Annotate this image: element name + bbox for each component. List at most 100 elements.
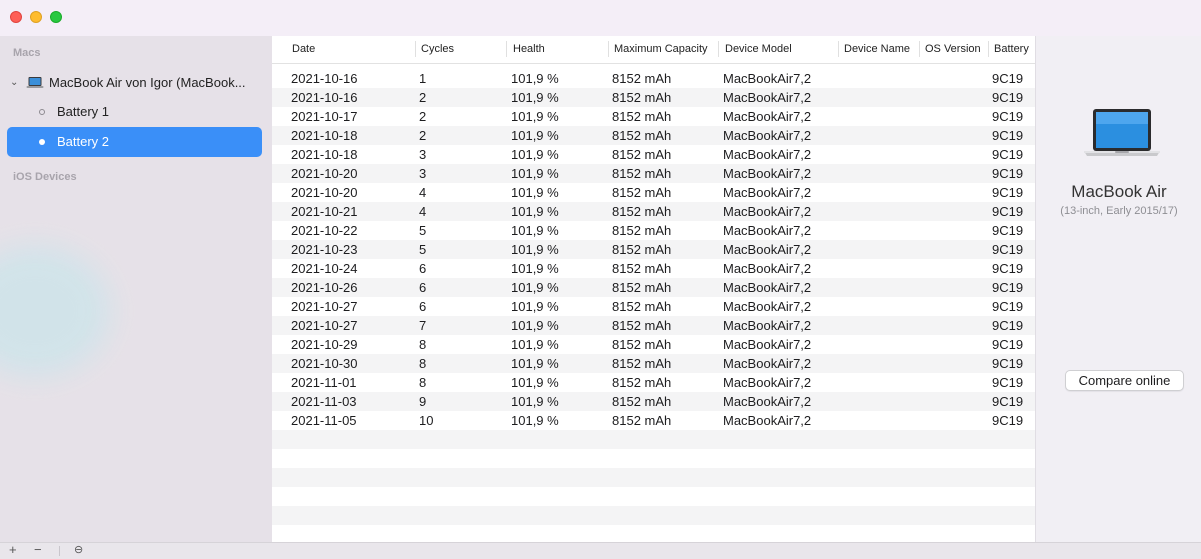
column-header-cycles[interactable]: Cycles	[421, 43, 454, 55]
close-button[interactable]	[10, 11, 22, 23]
cell-date: 2021-11-01	[291, 375, 357, 390]
table-row[interactable]: 2021-10-29 8 101,9 % 8152 mAh MacBookAir7,2 9…	[272, 335, 1035, 354]
column-divider[interactable]	[718, 41, 719, 57]
table-row[interactable]: 2021-10-16 1 101,9 % 8152 mAh MacBookAir7,2 9…	[272, 69, 1035, 88]
table-row[interactable]: 2021-10-20 3 101,9 % 8152 mAh MacBookAir7,2 9…	[272, 164, 1035, 183]
cell-device-model: MacBookAir7,2	[723, 280, 812, 295]
column-header-os-version[interactable]: OS Version	[925, 43, 981, 55]
column-divider[interactable]	[608, 41, 609, 57]
sidebar-item-battery-2[interactable]: Battery 2	[7, 127, 262, 157]
table-row[interactable]: 2021-10-27 6 101,9 % 8152 mAh MacBookAir7,2 9…	[272, 297, 1035, 316]
cell-max-capacity: 8152 mAh	[612, 337, 672, 352]
toolbar-divider	[59, 546, 60, 556]
table-row[interactable]: 2021-11-05 10 101,9 % 8152 mAh MacBookAir7,2…	[272, 411, 1035, 430]
cell-battery: 9C19	[992, 128, 1024, 143]
options-button[interactable]: ⊖	[74, 543, 83, 557]
cell-cycles: 2	[419, 109, 427, 124]
table-empty-row	[272, 430, 1035, 449]
sidebar-background-glow	[0, 246, 110, 376]
minimize-button[interactable]	[30, 11, 42, 23]
table-row[interactable]: 2021-10-27 7 101,9 % 8152 mAh MacBookAir7,2 9…	[272, 316, 1035, 335]
cell-max-capacity: 8152 mAh	[612, 166, 672, 181]
cell-health: 101,9 %	[511, 394, 559, 409]
cell-battery: 9C19	[992, 318, 1024, 333]
cell-cycles: 2	[419, 90, 427, 105]
cell-health: 101,9 %	[511, 204, 559, 219]
cell-cycles: 2	[419, 128, 427, 143]
remove-button[interactable]: −	[34, 543, 42, 557]
cell-battery: 9C19	[992, 337, 1024, 352]
column-divider[interactable]	[838, 41, 839, 57]
cell-battery: 9C19	[992, 147, 1024, 162]
cell-device-model: MacBookAir7,2	[723, 109, 812, 124]
cell-health: 101,9 %	[511, 166, 559, 181]
column-divider[interactable]	[919, 41, 920, 57]
sidebar-item-mac[interactable]: ⌄ MacBook Air von Igor (MacBook...	[0, 72, 272, 94]
column-divider[interactable]	[506, 41, 507, 57]
sidebar-item-label: Battery 2	[57, 134, 110, 149]
laptop-icon	[26, 76, 44, 95]
bottom-toolbar: + − ⊖	[0, 542, 1201, 559]
table-row[interactable]: 2021-11-03 9 101,9 % 8152 mAh MacBookAir7,2 9…	[272, 392, 1035, 411]
table-row[interactable]: 2021-10-17 2 101,9 % 8152 mAh MacBookAir7,2 9…	[272, 107, 1035, 126]
cell-cycles: 8	[419, 356, 427, 371]
compare-online-button[interactable]: Compare online	[1065, 370, 1184, 391]
column-divider[interactable]	[415, 41, 416, 57]
cell-battery: 9C19	[992, 299, 1024, 314]
cell-cycles: 3	[419, 166, 427, 181]
macs-section-header: Macs	[13, 47, 41, 59]
table-empty-row	[272, 468, 1035, 487]
table-row[interactable]: 2021-10-21 4 101,9 % 8152 mAh MacBookAir7,2 9…	[272, 202, 1035, 221]
cell-battery: 9C19	[992, 394, 1024, 409]
cell-cycles: 4	[419, 204, 427, 219]
macbook-air-icon	[1083, 108, 1161, 163]
ios-devices-section-header: iOS Devices	[13, 171, 77, 183]
cell-max-capacity: 8152 mAh	[612, 280, 672, 295]
cell-cycles: 6	[419, 280, 427, 295]
cell-cycles: 8	[419, 337, 427, 352]
table-row[interactable]: 2021-10-18 3 101,9 % 8152 mAh MacBookAir7,2 9…	[272, 145, 1035, 164]
cell-max-capacity: 8152 mAh	[612, 242, 672, 257]
cell-device-model: MacBookAir7,2	[723, 299, 812, 314]
column-header-health[interactable]: Health	[513, 43, 545, 55]
cell-device-model: MacBookAir7,2	[723, 204, 812, 219]
column-header-battery[interactable]: Battery	[994, 43, 1029, 55]
table-row[interactable]: 2021-10-20 4 101,9 % 8152 mAh MacBookAir7,2 9…	[272, 183, 1035, 202]
table-body: 2021-10-16 1 101,9 % 8152 mAh MacBookAir7,2 9…	[272, 69, 1035, 430]
cell-max-capacity: 8152 mAh	[612, 109, 672, 124]
cell-date: 2021-10-17	[291, 109, 358, 124]
cell-max-capacity: 8152 mAh	[612, 147, 672, 162]
cell-date: 2021-10-16	[291, 90, 358, 105]
cell-cycles: 8	[419, 375, 427, 390]
cell-cycles: 6	[419, 299, 427, 314]
table-row[interactable]: 2021-11-01 8 101,9 % 8152 mAh MacBookAir7,2 9…	[272, 373, 1035, 392]
column-header-date[interactable]: Date	[292, 43, 315, 55]
column-header-maximum-capacity[interactable]: Maximum Capacity	[614, 43, 708, 55]
cell-health: 101,9 %	[511, 318, 559, 333]
cell-device-model: MacBookAir7,2	[723, 261, 812, 276]
sidebar-item-battery-1[interactable]: Battery 1	[7, 97, 262, 127]
cell-battery: 9C19	[992, 280, 1024, 295]
zoom-button[interactable]	[50, 11, 62, 23]
add-button[interactable]: +	[9, 543, 17, 557]
cell-date: 2021-10-22	[291, 223, 358, 238]
column-divider[interactable]	[988, 41, 989, 57]
table-row[interactable]: 2021-10-16 2 101,9 % 8152 mAh MacBookAir7,2 9…	[272, 88, 1035, 107]
cell-battery: 9C19	[992, 356, 1024, 371]
title-bar	[0, 0, 1201, 36]
table-row[interactable]: 2021-10-30 8 101,9 % 8152 mAh MacBookAir7,2 9…	[272, 354, 1035, 373]
table-row[interactable]: 2021-10-26 6 101,9 % 8152 mAh MacBookAir7,2 9…	[272, 278, 1035, 297]
table-empty-row	[272, 506, 1035, 525]
table-row[interactable]: 2021-10-24 6 101,9 % 8152 mAh MacBookAir7,2 9…	[272, 259, 1035, 278]
chevron-down-icon[interactable]: ⌄	[10, 77, 18, 88]
cell-cycles: 5	[419, 242, 427, 257]
table-row[interactable]: 2021-10-22 5 101,9 % 8152 mAh MacBookAir7,2 9…	[272, 221, 1035, 240]
column-header-device-name[interactable]: Device Name	[844, 43, 910, 55]
cell-battery: 9C19	[992, 90, 1024, 105]
table-row[interactable]: 2021-10-23 5 101,9 % 8152 mAh MacBookAir7,2 9…	[272, 240, 1035, 259]
cell-device-model: MacBookAir7,2	[723, 375, 812, 390]
cell-battery: 9C19	[992, 109, 1024, 124]
column-header-device-model[interactable]: Device Model	[725, 43, 792, 55]
table-row[interactable]: 2021-10-18 2 101,9 % 8152 mAh MacBookAir7,2 9…	[272, 126, 1035, 145]
cell-cycles: 1	[419, 71, 427, 86]
